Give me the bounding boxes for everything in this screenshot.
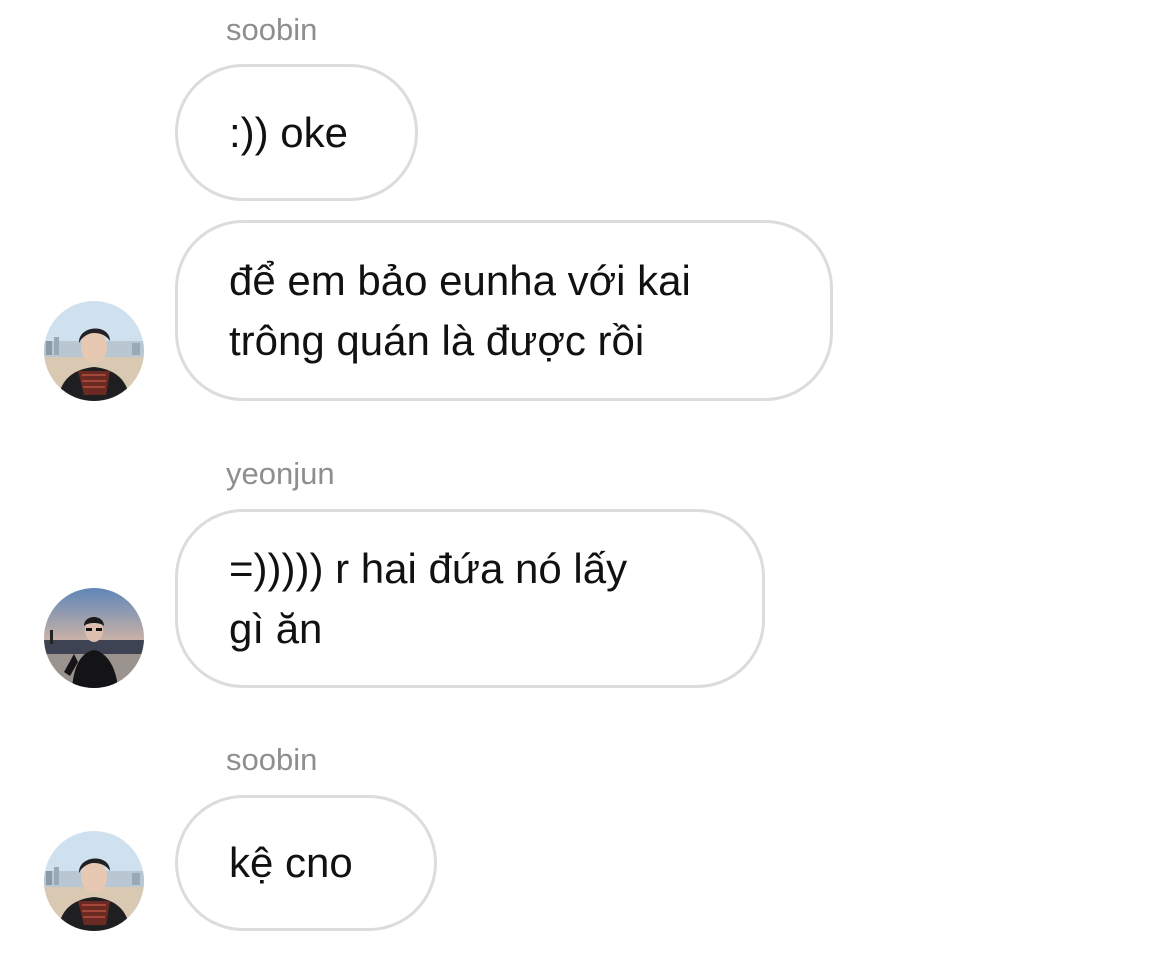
user-photo-icon — [44, 588, 144, 688]
message-bubble[interactable]: kệ cno — [175, 795, 437, 931]
message-text: :)) oke — [229, 108, 349, 156]
message-text: =))))) r hai đứa nó lấy gì ăn — [229, 544, 628, 652]
avatar-soobin[interactable] — [44, 301, 144, 401]
sender-name-soobin: soobin — [226, 742, 318, 777]
avatar-soobin[interactable] — [44, 831, 144, 931]
sender-name-yeonjun: yeonjun — [226, 456, 335, 491]
message-text: để em bảo eunha với kai trông quán là đư… — [229, 256, 691, 364]
message-bubble[interactable]: :)) oke — [175, 64, 418, 201]
message-bubble[interactable]: để em bảo eunha với kai trông quán là đư… — [175, 220, 833, 401]
sender-name-soobin: soobin — [226, 12, 318, 47]
message-text: kệ cno — [229, 839, 353, 886]
avatar-yeonjun[interactable] — [44, 588, 144, 688]
message-bubble[interactable]: =))))) r hai đứa nó lấy gì ăn — [175, 509, 765, 688]
user-photo-icon — [44, 831, 144, 931]
user-photo-icon — [44, 301, 144, 401]
